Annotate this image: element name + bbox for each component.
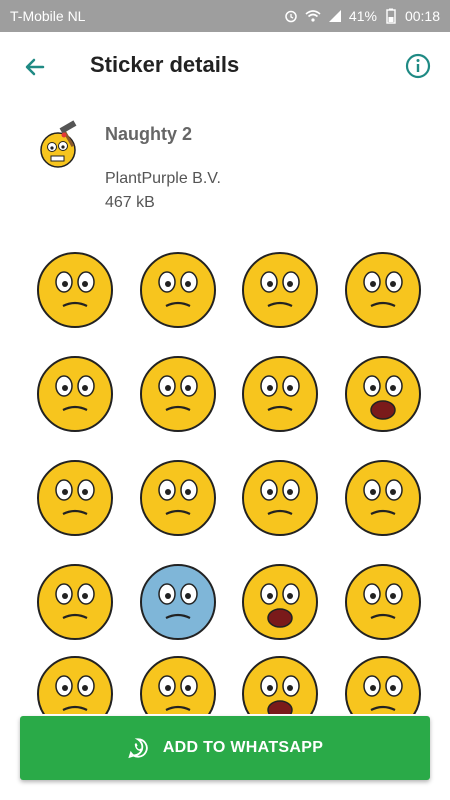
whatsapp-icon bbox=[128, 738, 148, 759]
sticker-splatter[interactable] bbox=[338, 648, 428, 714]
add-button-label: ADD TO WHATSAPP bbox=[162, 739, 324, 756]
signal-icon bbox=[327, 8, 343, 24]
sticker-phone-smash[interactable] bbox=[30, 556, 120, 646]
battery-percent: 41% bbox=[348, 8, 377, 24]
pack-publisher: PlantPurple B.V. bbox=[105, 170, 221, 187]
wifi-icon bbox=[305, 8, 321, 24]
status-bar: T-Mobile NL 41% 00:18 bbox=[0, 0, 450, 32]
sticker-pack-info: Naughty 2 PlantPurple B.V. 467 kB bbox=[0, 100, 450, 220]
pack-tray-icon bbox=[36, 120, 88, 172]
sticker-mushroom-cloud[interactable] bbox=[133, 648, 223, 714]
alarm-icon bbox=[283, 8, 299, 24]
sticker-shy-hand-mouth[interactable] bbox=[338, 244, 428, 334]
sticker-pointing-angry[interactable] bbox=[235, 348, 325, 438]
sticker-capped-tongue[interactable] bbox=[235, 452, 325, 542]
pack-size: 467 kB bbox=[105, 194, 155, 211]
app-bar: Sticker details bbox=[0, 32, 450, 100]
sticker-covering-ears[interactable] bbox=[30, 348, 120, 438]
sticker-nose-pick[interactable] bbox=[133, 348, 223, 438]
sticker-bandaged[interactable] bbox=[338, 556, 428, 646]
status-icons: 41% 00:18 bbox=[283, 8, 440, 24]
arrow-back-icon bbox=[25, 58, 45, 76]
sticker-screaming[interactable] bbox=[235, 556, 325, 646]
sticker-black-eye[interactable] bbox=[133, 452, 223, 542]
info-button[interactable] bbox=[404, 52, 432, 80]
page-title: Sticker details bbox=[90, 52, 240, 77]
sticker-scared-hands[interactable] bbox=[338, 348, 428, 438]
sticker-stop-hand[interactable] bbox=[338, 452, 428, 542]
battery-icon bbox=[383, 8, 399, 24]
clock: 00:18 bbox=[404, 8, 440, 24]
sticker-bruised-head[interactable] bbox=[30, 452, 120, 542]
sticker-thumbs-down[interactable] bbox=[30, 244, 120, 334]
sticker-grid bbox=[0, 244, 450, 714]
sticker-broken-head[interactable] bbox=[30, 648, 120, 714]
sticker-angry-red-eyes[interactable] bbox=[133, 244, 223, 334]
sticker-blue-tongue[interactable] bbox=[133, 556, 223, 646]
pack-name: Naughty 2 bbox=[105, 124, 193, 144]
back-button[interactable] bbox=[18, 50, 52, 84]
sticker-hammer-head[interactable] bbox=[235, 244, 325, 334]
add-to-whatsapp-button[interactable]: ADD TO WHATSAPP bbox=[20, 716, 430, 780]
carrier-label: T-Mobile NL bbox=[10, 8, 86, 24]
info-icon bbox=[405, 53, 431, 79]
sticker-steaming[interactable] bbox=[235, 648, 325, 714]
